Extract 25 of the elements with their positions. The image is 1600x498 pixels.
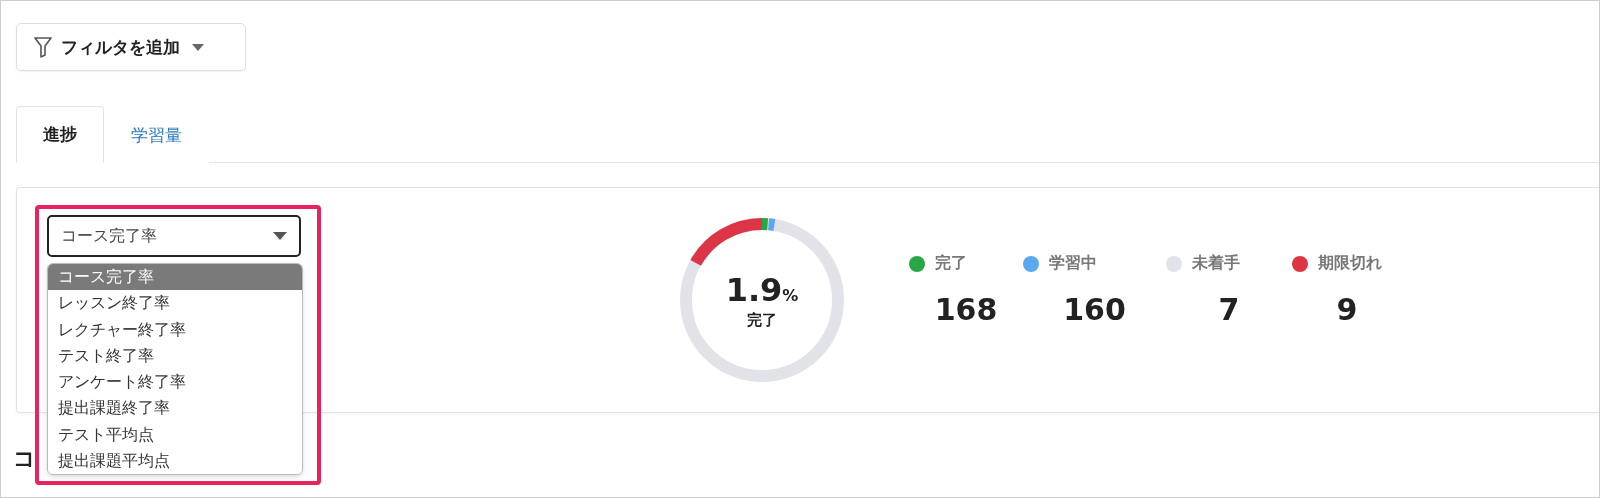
dropdown-option[interactable]: 提出課題平均点: [48, 448, 302, 475]
dropdown-option[interactable]: テスト平均点: [48, 421, 302, 449]
legend-label: 学習中: [1049, 253, 1097, 274]
dropdown-option[interactable]: テスト終了率: [48, 342, 302, 370]
caret-icon: [273, 232, 287, 240]
dropdown-option[interactable]: 提出課題終了率: [48, 395, 302, 422]
legend-label: 完了: [935, 253, 967, 274]
status-count: 160: [1062, 292, 1127, 327]
status-count: 7: [1217, 292, 1241, 327]
dropdown-option[interactable]: アンケート終了率: [48, 369, 302, 396]
completion-percent: 1.9%: [725, 270, 799, 309]
metric-select[interactable]: コース完了率: [47, 215, 301, 257]
legend-label: 期限切れ: [1318, 253, 1382, 274]
add-filter-button[interactable]: フィルタを追加: [16, 23, 246, 71]
dropdown-option[interactable]: レッスン終了率: [48, 290, 302, 317]
legend-label: 未着手: [1192, 253, 1240, 274]
dropdown-option[interactable]: レクチャー終了率: [48, 316, 302, 343]
status-count: 9: [1335, 292, 1359, 327]
dropdown-option[interactable]: コース完了率: [48, 264, 302, 291]
tab[interactable]: 進捗: [16, 106, 104, 163]
completion-label: 完了: [747, 310, 777, 330]
filter-icon: [33, 36, 53, 58]
section-heading: コ: [13, 445, 36, 473]
status-count: 168: [933, 292, 999, 327]
caret-icon: [192, 43, 204, 51]
